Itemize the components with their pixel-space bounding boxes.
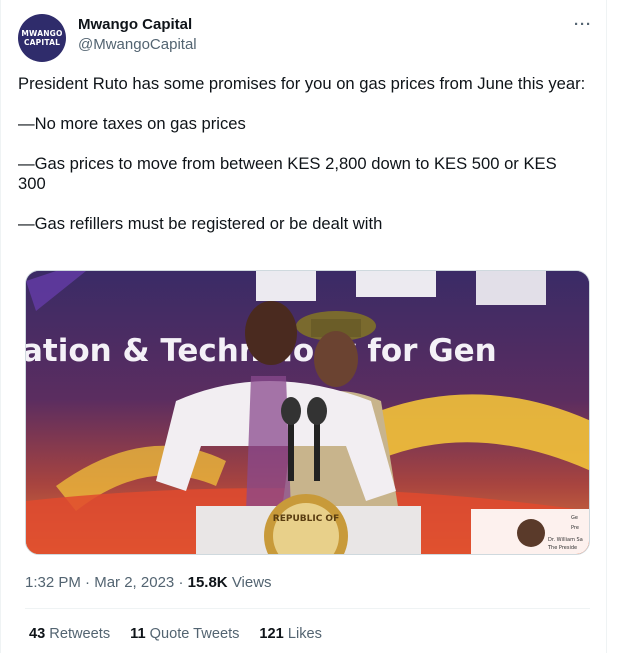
tweet-time[interactable]: 1:32 PM xyxy=(25,574,81,591)
inset-text: Pre xyxy=(571,525,579,531)
likes-label: Likes xyxy=(287,626,322,642)
divider xyxy=(25,608,590,609)
tweet-paragraph: President Ruto has some promises for you… xyxy=(18,74,586,93)
speaker-head xyxy=(245,301,297,365)
seal-text: REPUBLIC OF xyxy=(273,514,339,524)
tweet-meta: 1:32 PM · Mar 2, 2023 · 15.8K Views xyxy=(25,573,272,593)
shirt-pattern xyxy=(246,376,291,511)
quote-tweets-label: Quote Tweets xyxy=(149,626,240,642)
likes-link[interactable]: 121 Likes xyxy=(259,624,322,644)
engagement-stats: 43 Retweets 11 Quote Tweets 121 Likes xyxy=(29,624,322,644)
meta-separator: · xyxy=(178,574,184,591)
author-display-name[interactable]: Mwango Capital xyxy=(78,15,197,35)
avatar-text-line2: CAPITAL xyxy=(23,38,61,47)
tweet-text: President Ruto has some promises for you… xyxy=(18,74,588,234)
microphone-head xyxy=(281,397,301,425)
views-label: Views xyxy=(231,574,272,591)
tweet-media-photo[interactable]: ation & Technology for Gen REPUBLIC OF xyxy=(25,270,590,555)
photo-illustration: ation & Technology for Gen REPUBLIC OF xyxy=(26,271,589,554)
inset-person xyxy=(517,519,545,547)
author-names: Mwango Capital @MwangoCapital xyxy=(78,15,197,55)
quote-tweets-link[interactable]: 11 Quote Tweets xyxy=(130,624,239,644)
quote-tweets-count: 11 xyxy=(130,626,146,642)
more-options-icon[interactable]: ··· xyxy=(574,16,592,33)
stage-panel xyxy=(356,271,436,297)
guard-face xyxy=(314,331,358,387)
inset-text: Dr. William Sa xyxy=(548,537,583,543)
author-handle[interactable]: @MwangoCapital xyxy=(78,35,197,55)
avatar[interactable]: MWANGO CAPITAL xyxy=(18,14,66,62)
tweet-paragraph: —Gas refillers must be registered or be … xyxy=(18,214,383,233)
likes-count: 121 xyxy=(259,626,284,642)
inset-text: The Preside xyxy=(547,545,577,551)
retweets-link[interactable]: 43 Retweets xyxy=(29,624,110,644)
views-count: 15.8K xyxy=(187,574,228,591)
tweet-date[interactable]: Mar 2, 2023 xyxy=(94,574,174,591)
inset-text: Ge xyxy=(571,515,578,521)
microphone-head xyxy=(307,397,327,425)
meta-separator: · xyxy=(85,574,91,591)
tweet-header: MWANGO CAPITAL Mwango Capital @MwangoCap… xyxy=(18,12,590,64)
stage-panel xyxy=(476,271,546,305)
tweet-paragraph: —No more taxes on gas prices xyxy=(18,114,246,133)
stage-panel xyxy=(256,271,316,301)
avatar-text-line1: MWANGO xyxy=(21,29,63,38)
tweet-card: MWANGO CAPITAL Mwango Capital @MwangoCap… xyxy=(0,0,607,653)
tweet-paragraph: —Gas prices to move from between KES 2,8… xyxy=(18,154,557,193)
retweets-label: Retweets xyxy=(49,626,111,642)
retweets-count: 43 xyxy=(29,626,46,642)
